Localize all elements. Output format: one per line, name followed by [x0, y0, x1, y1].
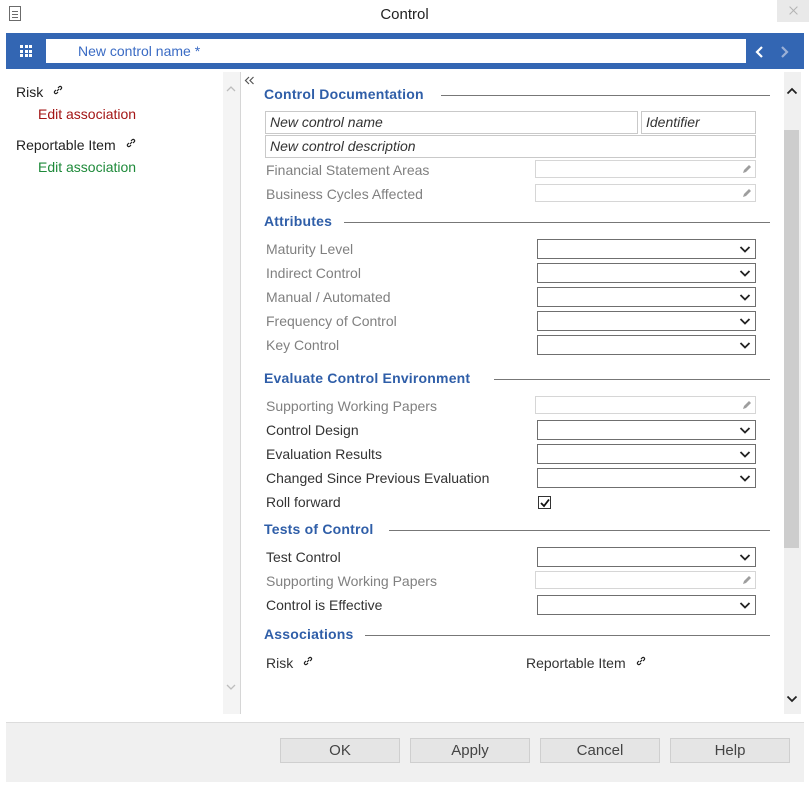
- form-scrollbar[interactable]: [784, 72, 801, 714]
- scroll-up-icon[interactable]: [226, 84, 236, 94]
- supporting-working-papers-field[interactable]: [535, 396, 756, 414]
- cancel-button[interactable]: Cancel: [540, 738, 660, 763]
- indirect-control-select[interactable]: [537, 263, 756, 283]
- link-icon[interactable]: [636, 656, 646, 666]
- sidebar-item-reportable-item: Reportable Item: [16, 137, 136, 153]
- section-divider: [494, 379, 770, 380]
- window-title: Control: [380, 6, 429, 23]
- control-name-input[interactable]: New control name *: [46, 39, 746, 63]
- changed-since-previous-evaluation-label: Changed Since Previous Evaluation: [266, 470, 490, 486]
- section-title-control-documentation: Control Documentation: [264, 86, 424, 102]
- control-design-label: Control Design: [266, 422, 359, 438]
- ok-button[interactable]: OK: [280, 738, 400, 763]
- section-title-tests-of-control: Tests of Control: [264, 521, 374, 537]
- indirect-control-label: Indirect Control: [266, 265, 361, 281]
- header-bar: New control name *: [6, 33, 804, 69]
- associations-sidebar: Risk Edit association Reportable Item Ed…: [6, 72, 241, 714]
- roll-forward-label: Roll forward: [266, 494, 341, 510]
- chevron-down-icon: [739, 602, 751, 609]
- control-description-field[interactable]: New control description: [265, 135, 756, 158]
- sidebar-scrollbar[interactable]: [223, 72, 240, 714]
- frequency-of-control-select[interactable]: [537, 311, 756, 331]
- scroll-down-icon[interactable]: [786, 694, 798, 704]
- chevron-down-icon: [739, 427, 751, 434]
- dialog-footer: OK Apply Cancel Help: [6, 722, 804, 782]
- link-icon[interactable]: [303, 656, 313, 666]
- scrollbar-thumb[interactable]: [784, 130, 799, 548]
- tests-supporting-working-papers-label: Supporting Working Papers: [266, 573, 437, 589]
- supporting-working-papers-label: Supporting Working Papers: [266, 398, 437, 414]
- control-form: Control Documentation New control name I…: [241, 72, 784, 714]
- section-divider: [344, 222, 770, 223]
- control-design-select[interactable]: [537, 420, 756, 440]
- link-icon: [126, 138, 135, 148]
- identifier-field[interactable]: Identifier: [641, 111, 756, 134]
- title-bar: Control: [0, 0, 809, 30]
- evaluation-results-select[interactable]: [537, 444, 756, 464]
- frequency-of-control-label: Frequency of Control: [266, 313, 397, 329]
- checkmark-icon: [540, 498, 550, 508]
- pencil-icon[interactable]: [742, 188, 752, 198]
- chevron-down-icon: [739, 554, 751, 561]
- roll-forward-checkbox[interactable]: [538, 496, 551, 509]
- test-control-select[interactable]: [537, 547, 756, 567]
- maturity-level-select[interactable]: [537, 239, 756, 259]
- pencil-icon[interactable]: [742, 164, 752, 174]
- sidebar-item-risk: Risk: [16, 84, 63, 100]
- section-title-evaluate-control-environment: Evaluate Control Environment: [264, 370, 471, 386]
- chevron-down-icon: [739, 270, 751, 277]
- sidebar-item-label: Reportable Item: [16, 137, 116, 153]
- section-divider: [441, 95, 770, 96]
- business-cycles-affected-label: Business Cycles Affected: [266, 186, 423, 202]
- manual-automated-select[interactable]: [537, 287, 756, 307]
- sidebar-item-label: Risk: [16, 84, 44, 100]
- manual-automated-label: Manual / Automated: [266, 289, 391, 305]
- maturity-level-label: Maturity Level: [266, 241, 354, 257]
- association-risk-label: Risk: [266, 655, 294, 671]
- help-button[interactable]: Help: [670, 738, 790, 763]
- financial-statement-areas-field[interactable]: [535, 160, 756, 178]
- section-title-attributes: Attributes: [264, 213, 333, 229]
- chevron-down-icon: [739, 294, 751, 301]
- test-control-label: Test Control: [266, 549, 341, 565]
- pencil-icon[interactable]: [742, 400, 752, 410]
- chevron-down-icon: [739, 475, 751, 482]
- key-control-label: Key Control: [266, 337, 340, 353]
- chevron-down-icon: [739, 342, 751, 349]
- association-reportable-item[interactable]: Reportable Item: [526, 655, 646, 671]
- financial-statement-areas-label: Financial Statement Areas: [266, 162, 430, 178]
- control-is-effective-select[interactable]: [537, 595, 756, 615]
- section-divider: [365, 635, 770, 636]
- association-risk[interactable]: Risk: [266, 655, 313, 671]
- association-reportable-item-label: Reportable Item: [526, 655, 626, 671]
- control-name-field[interactable]: New control name: [265, 111, 638, 134]
- section-divider: [389, 530, 770, 531]
- chevron-right-icon[interactable]: [778, 45, 790, 59]
- edit-association-reportable-link[interactable]: Edit association: [38, 159, 136, 175]
- edit-association-risk-link[interactable]: Edit association: [38, 106, 136, 122]
- tests-supporting-working-papers-field[interactable]: [535, 571, 756, 589]
- scroll-up-icon[interactable]: [786, 86, 798, 96]
- close-button[interactable]: [777, 0, 809, 22]
- chevron-left-icon[interactable]: [754, 45, 766, 59]
- pencil-icon[interactable]: [742, 575, 752, 585]
- key-control-select[interactable]: [537, 335, 756, 355]
- business-cycles-affected-field[interactable]: [535, 184, 756, 202]
- changed-since-previous-evaluation-select[interactable]: [537, 468, 756, 488]
- chevron-down-icon: [739, 246, 751, 253]
- evaluation-results-label: Evaluation Results: [266, 446, 382, 462]
- section-title-associations: Associations: [264, 626, 354, 642]
- chevron-down-icon: [739, 451, 751, 458]
- link-icon: [53, 85, 63, 95]
- control-is-effective-label: Control is Effective: [266, 597, 383, 613]
- apply-button[interactable]: Apply: [410, 738, 530, 763]
- grid-menu-icon[interactable]: [20, 45, 32, 57]
- chevron-down-icon: [739, 318, 751, 325]
- scroll-down-icon[interactable]: [226, 682, 236, 692]
